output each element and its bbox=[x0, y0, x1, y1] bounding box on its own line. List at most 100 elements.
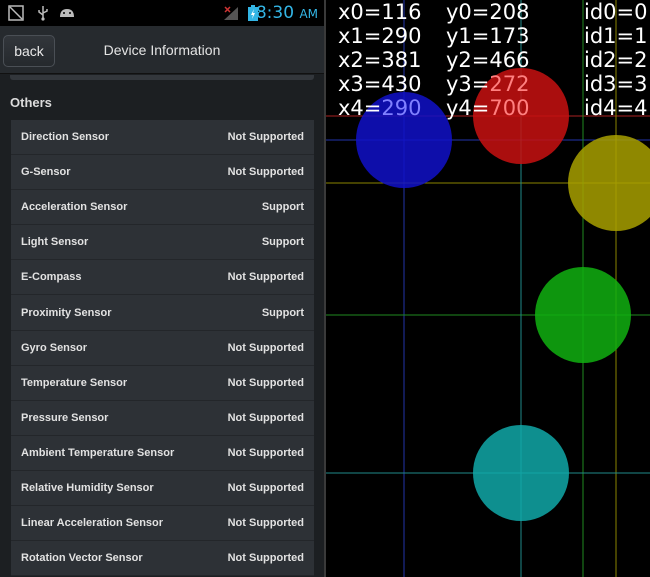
id-readout-value: 0 bbox=[634, 0, 648, 24]
time-ampm: AM bbox=[299, 7, 318, 21]
y-readout-value: 173 bbox=[489, 24, 530, 48]
id-readout: id1=1 bbox=[584, 26, 648, 47]
id-readout: id0=0 bbox=[584, 2, 648, 23]
id-readout: id2=2 bbox=[584, 50, 648, 71]
id-readout-label: id2= bbox=[584, 48, 635, 72]
id-readout-label: id4= bbox=[584, 96, 635, 120]
sensor-row[interactable]: Temperature Sensor Not Supported bbox=[11, 365, 314, 401]
y-readout-label: y3= bbox=[446, 72, 490, 96]
y-readout-value: 700 bbox=[489, 96, 530, 120]
y-readout: y2=466 bbox=[446, 50, 529, 71]
device-info-screen: 8:30 AM back Device Information Others D… bbox=[0, 0, 324, 577]
sensor-support-status: Not Supported bbox=[227, 517, 304, 530]
sensor-row[interactable]: E-Compass Not Supported bbox=[11, 260, 314, 296]
x-readout-value: 290 bbox=[381, 24, 422, 48]
time-text: 8:30 bbox=[255, 3, 295, 23]
previous-section-edge bbox=[10, 75, 314, 80]
id-readout-label: id1= bbox=[584, 24, 635, 48]
y-readout-value: 272 bbox=[489, 72, 530, 96]
sensor-row[interactable]: Light Sensor Support bbox=[11, 225, 314, 261]
sensor-name: Linear Acceleration Sensor bbox=[21, 517, 164, 530]
touch-point-circle bbox=[535, 267, 631, 363]
y-readout-label: y1= bbox=[446, 24, 490, 48]
section-title: Others bbox=[10, 95, 52, 110]
y-readout: y1=173 bbox=[446, 26, 529, 47]
sensor-support-status: Support bbox=[261, 306, 304, 319]
x-readout: x0=116 bbox=[338, 2, 421, 23]
id-readout-value: 1 bbox=[634, 24, 648, 48]
id-readout-value: 4 bbox=[634, 96, 648, 120]
x-readout-label: x1= bbox=[338, 24, 382, 48]
x-readout-label: x0= bbox=[338, 0, 382, 24]
status-time: 8:30 AM bbox=[256, 3, 318, 23]
sensor-support-status: Not Supported bbox=[227, 341, 304, 354]
sensor-row[interactable]: Acceleration Sensor Support bbox=[11, 190, 314, 226]
sensor-list: Direction Sensor Not Supported G-Sensor Not… bbox=[11, 120, 314, 577]
id-readout-label: id0= bbox=[584, 0, 635, 24]
x-readout-value: 116 bbox=[381, 0, 422, 24]
screenshot-icon bbox=[8, 5, 24, 26]
y-readout: y4=700 bbox=[446, 98, 529, 119]
sensor-name: Rotation Vector Sensor bbox=[21, 552, 143, 565]
sensor-support-status: Support bbox=[261, 236, 304, 249]
sensor-row[interactable]: Direction Sensor Not Supported bbox=[11, 120, 314, 156]
sensor-name: Acceleration Sensor bbox=[21, 201, 128, 214]
id-readout-label: id3= bbox=[584, 72, 635, 96]
sensor-row[interactable]: Pressure Sensor Not Supported bbox=[11, 400, 314, 436]
title-bar: back Device Information bbox=[0, 26, 324, 74]
y-readout-label: y2= bbox=[446, 48, 490, 72]
y-readout: y3=272 bbox=[446, 74, 529, 95]
y-readout-value: 208 bbox=[489, 0, 530, 24]
sensor-name: Direction Sensor bbox=[21, 131, 110, 144]
id-readout: id4=4 bbox=[584, 98, 648, 119]
x-readout-value: 290 bbox=[381, 96, 422, 120]
touch-point-circle bbox=[473, 425, 569, 521]
x-readout-label: x2= bbox=[338, 48, 382, 72]
id-readout-value: 2 bbox=[634, 48, 648, 72]
sensor-name: Ambient Temperature Sensor bbox=[21, 446, 175, 459]
touch-point-circle bbox=[568, 135, 650, 231]
multitouch-test-screen[interactable]: x0=116 y0=208 id0=0 x1=290 y1=173 id1=1 x2=381… bbox=[326, 0, 650, 577]
sensor-row[interactable]: Proximity Sensor Support bbox=[11, 295, 314, 331]
sensor-name: G-Sensor bbox=[21, 166, 71, 179]
sensor-name: Pressure Sensor bbox=[21, 411, 109, 424]
sensor-row[interactable]: Linear Acceleration Sensor Not Supported bbox=[11, 506, 314, 542]
x-readout-value: 430 bbox=[381, 72, 422, 96]
page-title: Device Information bbox=[103, 42, 221, 58]
sensor-support-status: Not Supported bbox=[227, 411, 304, 424]
sensor-support-status: Not Supported bbox=[227, 166, 304, 179]
y-readout-label: y4= bbox=[446, 96, 490, 120]
sensor-row[interactable]: Rotation Vector Sensor Not Supported bbox=[11, 541, 314, 577]
sensor-row[interactable]: Gyro Sensor Not Supported bbox=[11, 330, 314, 366]
x-readout-value: 381 bbox=[381, 48, 422, 72]
sensor-support-status: Not Supported bbox=[227, 131, 304, 144]
sensor-name: Light Sensor bbox=[21, 236, 89, 249]
sensor-row[interactable]: G-Sensor Not Supported bbox=[11, 155, 314, 191]
sensor-support-status: Support bbox=[261, 201, 304, 214]
x-readout: x2=381 bbox=[338, 50, 421, 71]
sensor-support-status: Not Supported bbox=[227, 376, 304, 389]
sensor-name: E-Compass bbox=[21, 271, 82, 284]
sensor-row[interactable]: Relative Humidity Sensor Not Supported bbox=[11, 470, 314, 507]
sensor-support-status: Not Supported bbox=[227, 552, 304, 565]
x-readout: x1=290 bbox=[338, 26, 421, 47]
sensor-support-status: Not Supported bbox=[227, 481, 304, 494]
sensor-row[interactable]: Ambient Temperature Sensor Not Supported bbox=[11, 435, 314, 471]
sensor-name: Temperature Sensor bbox=[21, 376, 128, 389]
x-readout: x4=290 bbox=[338, 98, 421, 119]
sensor-name: Relative Humidity Sensor bbox=[21, 481, 154, 494]
status-bar: 8:30 AM bbox=[0, 0, 324, 26]
android-icon bbox=[58, 5, 76, 26]
usb-icon bbox=[36, 5, 50, 26]
x-readout-label: x3= bbox=[338, 72, 382, 96]
y-readout-label: y0= bbox=[446, 0, 490, 24]
y-readout: y0=208 bbox=[446, 2, 529, 23]
sensor-support-status: Not Supported bbox=[227, 446, 304, 459]
x-readout: x3=430 bbox=[338, 74, 421, 95]
x-readout-label: x4= bbox=[338, 96, 382, 120]
id-readout: id3=3 bbox=[584, 74, 648, 95]
sensor-support-status: Not Supported bbox=[227, 271, 304, 284]
sensor-name: Proximity Sensor bbox=[21, 306, 112, 319]
y-readout-value: 466 bbox=[489, 48, 530, 72]
no-signal-icon bbox=[222, 5, 240, 26]
